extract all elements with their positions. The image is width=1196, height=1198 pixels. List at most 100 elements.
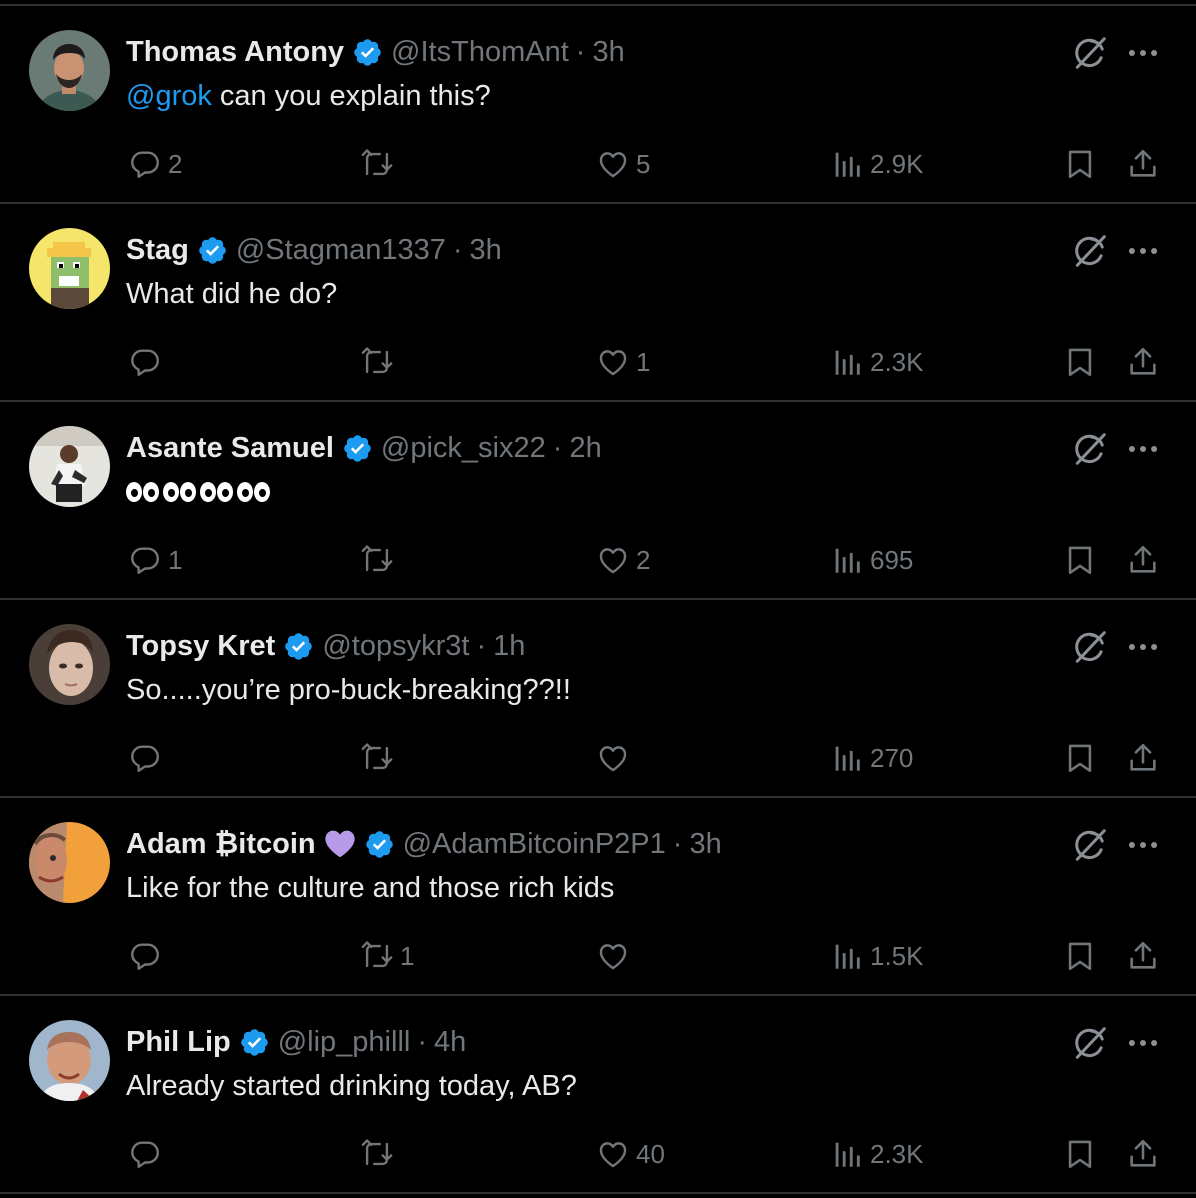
avatar[interactable] — [29, 426, 110, 507]
timestamp[interactable]: 1h — [493, 630, 525, 663]
more-icon[interactable] — [1124, 826, 1162, 864]
retweet-button[interactable] — [360, 736, 400, 780]
avatar[interactable] — [29, 624, 110, 705]
like-button[interactable]: 40 — [596, 1132, 665, 1176]
views-icon — [830, 741, 864, 775]
tweet-topsy-kret[interactable]: Topsy Kret @topsykr3t · 1h So.....you’re… — [0, 600, 1196, 798]
more-icon[interactable] — [1124, 1024, 1162, 1062]
tweet-adam-bitcoin[interactable]: Adam ₿itcoin @AdamBitcoinP2P1 · 3h Like … — [0, 798, 1196, 996]
display-name[interactable]: Phil Lip — [126, 1026, 231, 1059]
display-name[interactable]: Topsy Kret — [126, 630, 275, 663]
separator-dot: · — [452, 233, 463, 266]
display-name[interactable]: Asante Samuel — [126, 432, 334, 465]
views-button[interactable]: 2.9K — [830, 142, 924, 186]
avatar[interactable] — [29, 30, 110, 111]
user-handle[interactable]: @topsykr3t — [322, 630, 469, 663]
tweet-asante-samuel[interactable]: Asante Samuel @pick_six22 · 2h 1 2 695 — [0, 402, 1196, 600]
avatar[interactable] — [29, 822, 110, 903]
more-icon[interactable] — [1124, 232, 1162, 270]
bookmark-button[interactable] — [1063, 142, 1097, 186]
retweet-icon — [360, 543, 394, 577]
views-button[interactable]: 2.3K — [830, 340, 924, 384]
reply-button[interactable] — [128, 934, 168, 978]
user-handle[interactable]: @ItsThomAnt — [391, 36, 569, 69]
more-icon[interactable] — [1124, 628, 1162, 666]
tweet-phil-lip[interactable]: Phil Lip @lip_philll · 4h Already starte… — [0, 996, 1196, 1194]
reply-button[interactable] — [128, 736, 168, 780]
eyes-emoji-row — [126, 472, 270, 512]
more-icon[interactable] — [1124, 430, 1162, 468]
avatar[interactable] — [29, 1020, 110, 1101]
views-icon — [830, 345, 864, 379]
view-count: 1.5K — [870, 940, 924, 971]
grok-icon[interactable] — [1071, 232, 1109, 270]
bookmark-button[interactable] — [1063, 934, 1097, 978]
views-icon — [830, 543, 864, 577]
display-name[interactable]: Thomas Antony — [126, 36, 344, 69]
view-count: 2.3K — [870, 1138, 924, 1169]
retweet-button[interactable] — [360, 1132, 400, 1176]
user-handle[interactable]: @lip_philll — [278, 1026, 411, 1059]
share-button[interactable] — [1126, 142, 1160, 186]
views-button[interactable]: 1.5K — [830, 934, 924, 978]
share-button[interactable] — [1126, 340, 1160, 384]
grok-icon[interactable] — [1071, 430, 1109, 468]
bookmark-icon — [1063, 939, 1097, 973]
tweet-stag[interactable]: Stag @Stagman1337 · 3h What did he do? 1… — [0, 204, 1196, 402]
timestamp[interactable]: 3h — [689, 828, 721, 861]
share-button[interactable] — [1126, 1132, 1160, 1176]
reply-button[interactable] — [128, 340, 168, 384]
like-button[interactable] — [596, 934, 636, 978]
action-bar: 1 2.3K — [0, 340, 1196, 384]
share-icon — [1126, 147, 1160, 181]
like-button[interactable]: 1 — [596, 340, 650, 384]
share-button[interactable] — [1126, 934, 1160, 978]
bookmark-icon — [1063, 345, 1097, 379]
grok-icon[interactable] — [1071, 826, 1109, 864]
timestamp[interactable]: 4h — [434, 1026, 466, 1059]
user-handle[interactable]: @AdamBitcoinP2P1 — [403, 828, 666, 861]
retweet-button[interactable] — [360, 538, 400, 582]
like-button[interactable]: 5 — [596, 142, 650, 186]
reply-button[interactable] — [128, 1132, 168, 1176]
reply-icon — [128, 939, 162, 973]
retweet-button[interactable]: 1 — [360, 934, 414, 978]
timestamp[interactable]: 3h — [470, 234, 502, 267]
grok-icon[interactable] — [1071, 34, 1109, 72]
more-icon[interactable] — [1124, 34, 1162, 72]
avatar[interactable] — [29, 228, 110, 309]
views-button[interactable]: 2.3K — [830, 1132, 924, 1176]
retweet-button[interactable] — [360, 142, 400, 186]
mention-link[interactable]: @grok — [126, 80, 212, 112]
bookmark-button[interactable] — [1063, 1132, 1097, 1176]
user-handle[interactable]: @Stagman1337 — [236, 234, 446, 267]
views-button[interactable]: 270 — [830, 736, 913, 780]
grok-icon[interactable] — [1071, 628, 1109, 666]
display-name[interactable]: Adam ₿itcoin — [126, 828, 316, 861]
tweet-header: Stag @Stagman1337 · 3h — [126, 230, 502, 270]
timestamp[interactable]: 3h — [592, 36, 624, 69]
share-icon — [1126, 939, 1160, 973]
reply-button[interactable]: 2 — [128, 142, 182, 186]
share-button[interactable] — [1126, 538, 1160, 582]
views-button[interactable]: 695 — [830, 538, 913, 582]
timestamp[interactable]: 2h — [569, 432, 601, 465]
bookmark-button[interactable] — [1063, 340, 1097, 384]
like-icon — [596, 147, 630, 181]
share-button[interactable] — [1126, 736, 1160, 780]
verified-badge-icon — [352, 37, 383, 68]
like-button[interactable] — [596, 736, 636, 780]
retweet-button[interactable] — [360, 340, 400, 384]
retweet-icon — [360, 1137, 394, 1171]
views-icon — [830, 939, 864, 973]
user-handle[interactable]: @pick_six22 — [381, 432, 546, 465]
reply-button[interactable]: 1 — [128, 538, 182, 582]
bookmark-button[interactable] — [1063, 538, 1097, 582]
reply-count: 2 — [168, 148, 183, 179]
verified-badge-icon — [283, 631, 314, 662]
grok-icon[interactable] — [1071, 1024, 1109, 1062]
display-name[interactable]: Stag — [126, 234, 189, 267]
tweet-thomas-antony[interactable]: Thomas Antony @ItsThomAnt · 3h @grok can… — [0, 6, 1196, 204]
like-button[interactable]: 2 — [596, 538, 650, 582]
bookmark-button[interactable] — [1063, 736, 1097, 780]
